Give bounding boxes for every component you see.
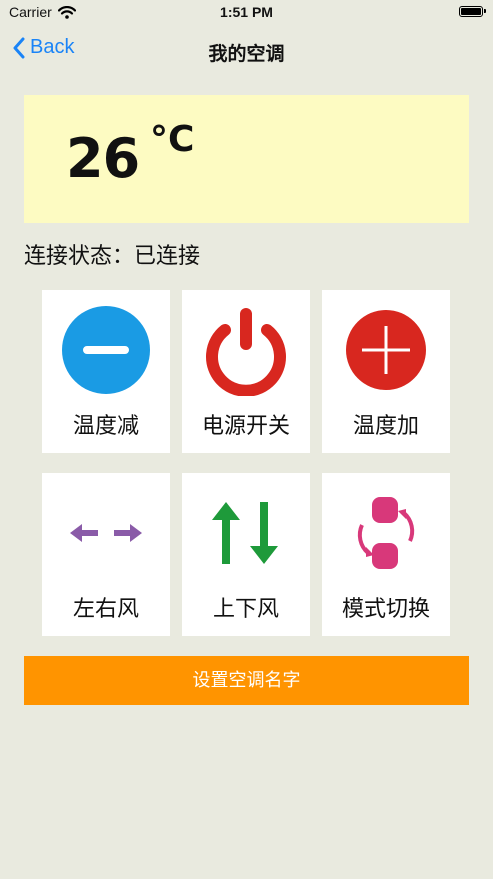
battery-icon (459, 6, 486, 17)
vertical-swing-button[interactable]: 上下风 (182, 473, 310, 636)
connection-status: 连接状态： 已连接 (24, 238, 200, 270)
left-right-arrows-icon (70, 524, 142, 542)
horizontal-swing-label: 左右风 (72, 597, 139, 622)
set-name-button[interactable]: 设置空调名字 (24, 656, 469, 705)
temperature-unit: °C (150, 119, 195, 160)
power-button[interactable]: 电源开关 (182, 290, 310, 453)
status-bar: Carrier 1:51 PM (0, 0, 493, 24)
page-title: 我的空调 (208, 43, 285, 65)
plus-circle-icon (346, 310, 426, 390)
temperature-down-label: 温度减 (72, 414, 139, 439)
horizontal-swing-button[interactable]: 左右风 (42, 473, 170, 636)
power-label: 电源开关 (201, 414, 290, 439)
mode-switch-label: 模式切换 (341, 597, 430, 622)
temperature-up-button[interactable]: 温度加 (322, 290, 450, 453)
navigation-bar: Back 我的空调 (0, 30, 493, 74)
temperature-display: 26 °C (24, 95, 469, 223)
mode-switch-button[interactable]: 模式切换 (322, 473, 450, 636)
connection-value: 已连接 (134, 244, 201, 269)
power-icon (206, 308, 286, 396)
up-down-arrows-icon (212, 502, 278, 564)
mode-cycle-icon (357, 497, 415, 569)
temperature-down-button[interactable]: 温度减 (42, 290, 170, 453)
vertical-swing-label: 上下风 (212, 597, 279, 622)
connection-label: 连接状态： (24, 244, 135, 269)
minus-circle-icon (62, 306, 150, 394)
temperature-value: 26 (66, 127, 140, 190)
temperature-up-label: 温度加 (352, 414, 419, 439)
clock: 1:51 PM (220, 4, 273, 20)
